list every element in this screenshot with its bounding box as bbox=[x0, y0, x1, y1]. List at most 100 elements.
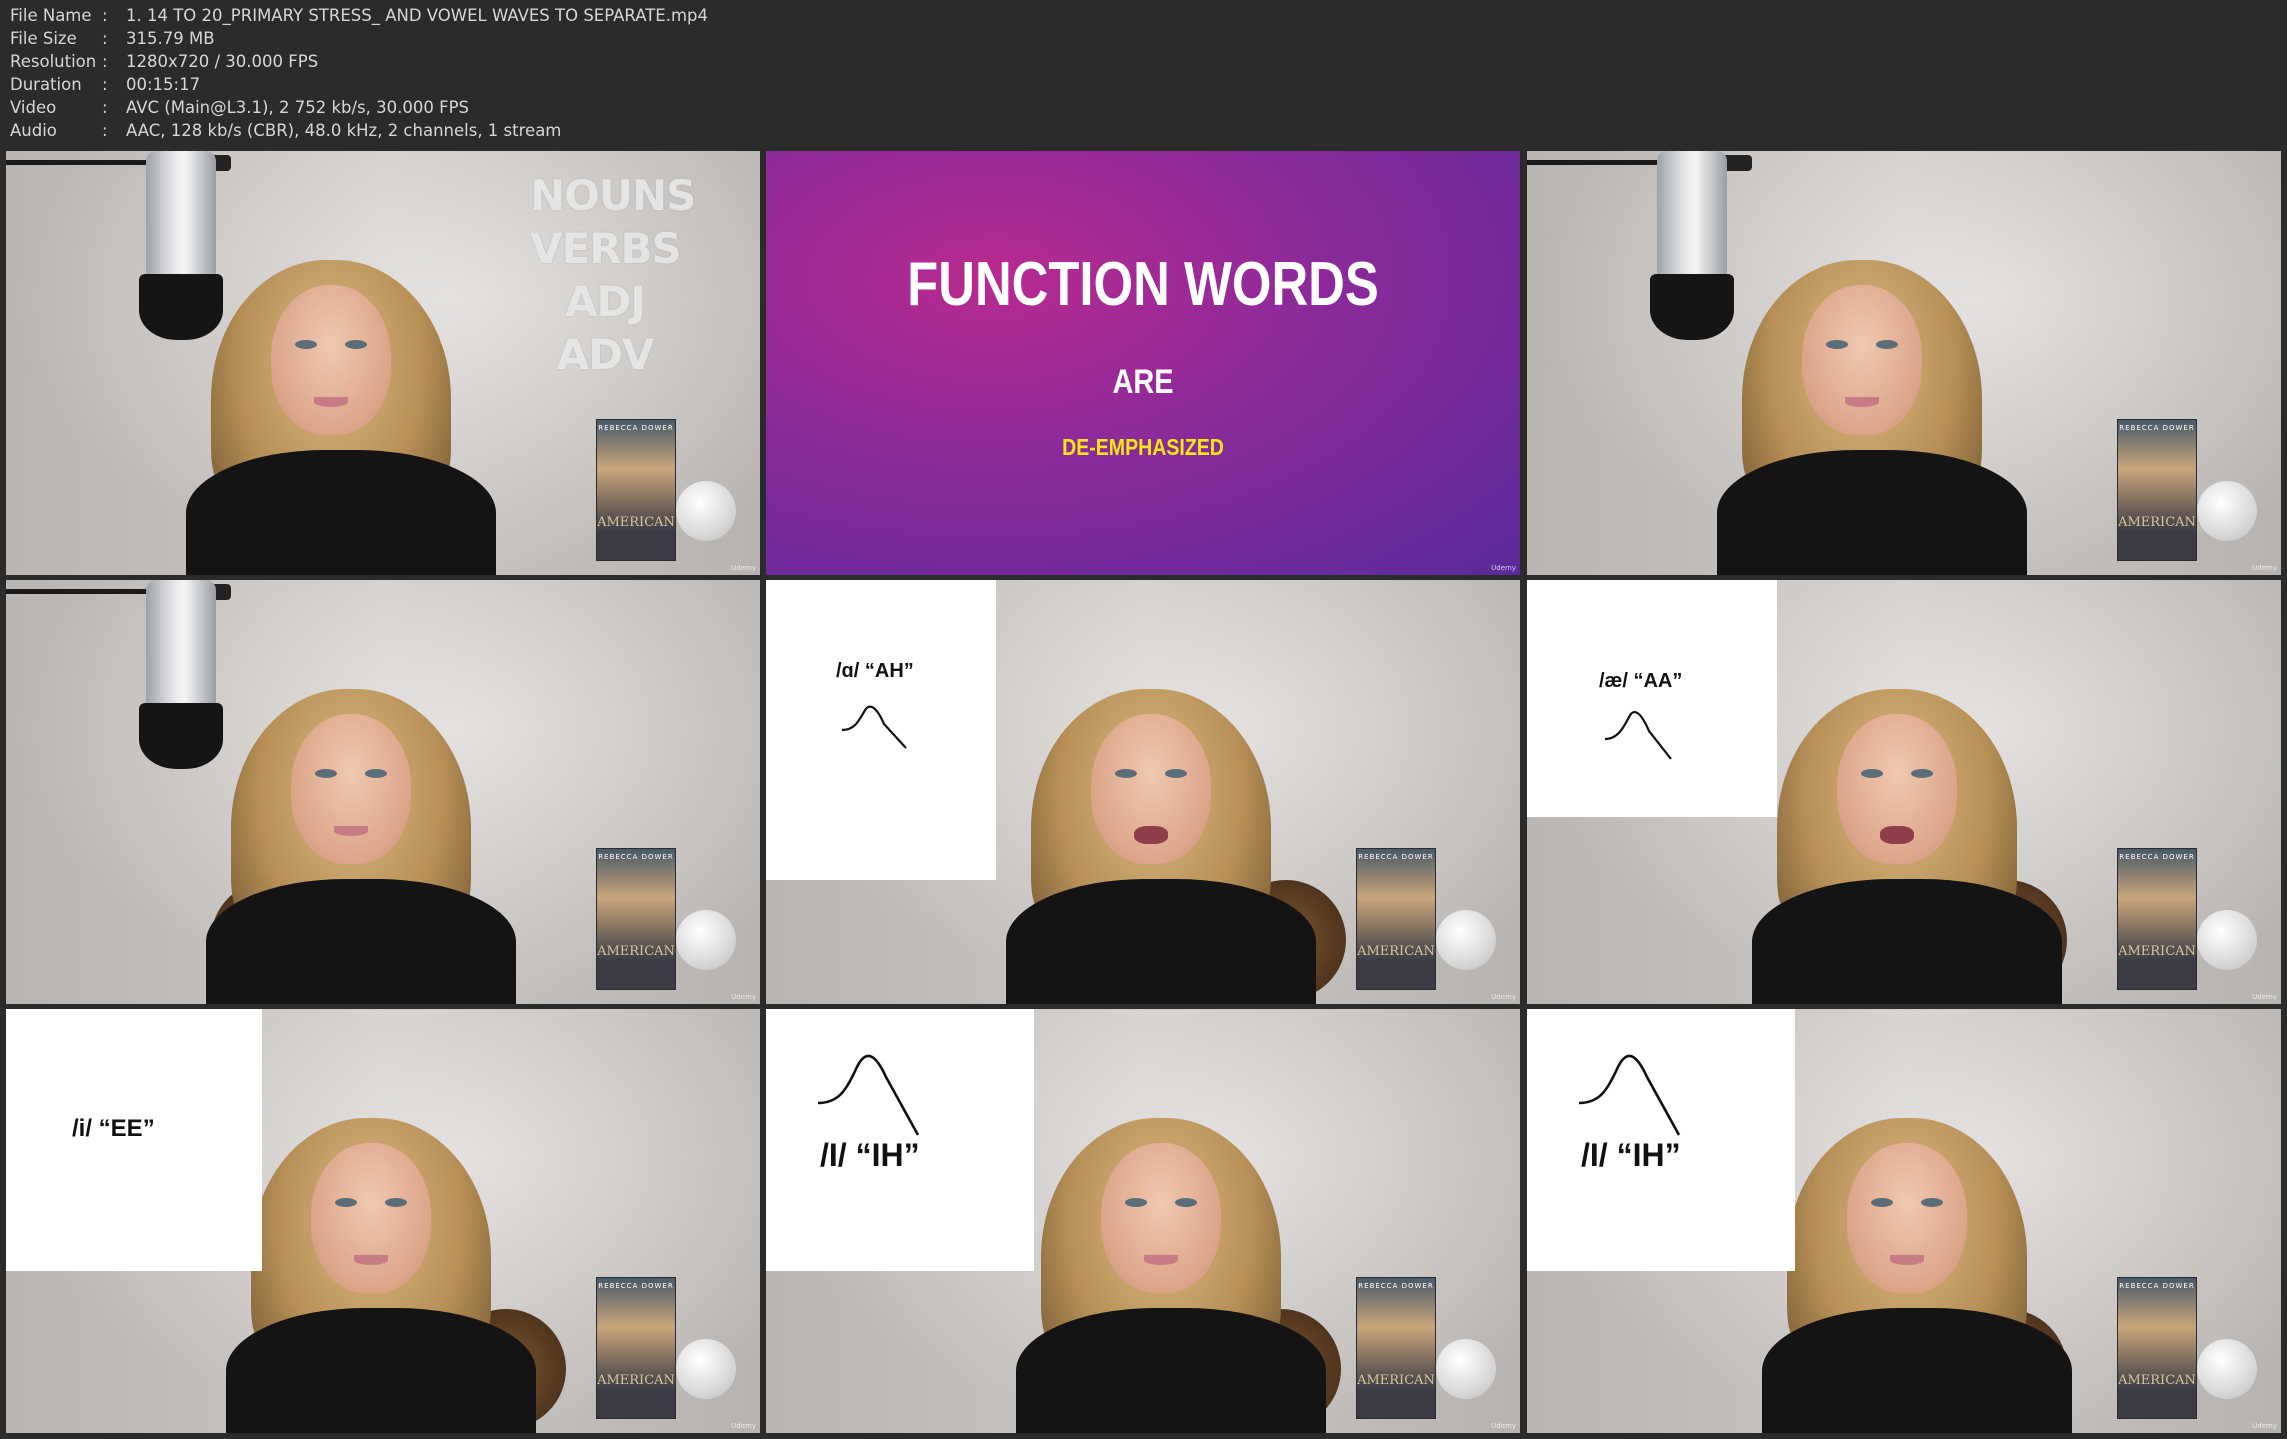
presenter bbox=[996, 644, 1326, 1004]
presenter bbox=[196, 644, 526, 1004]
eye bbox=[295, 340, 317, 349]
meta-sep: : bbox=[102, 52, 108, 71]
eye bbox=[1125, 1198, 1147, 1207]
thumbnail-frame-2[interactable]: FUNCTION WORDS ARE DE-EMPHASIZED Udemy bbox=[766, 151, 1520, 575]
torso bbox=[1752, 879, 2062, 1004]
globe bbox=[676, 910, 736, 970]
book: REBECCA DOWER AMERICAN bbox=[1356, 1277, 1436, 1419]
udemy-watermark: Udemy bbox=[2252, 1422, 2277, 1430]
book: REBECCA DOWER AMERICAN bbox=[2117, 1277, 2197, 1419]
vowel-label: /I/ “IH” bbox=[1581, 1137, 1681, 1173]
microphone-icon bbox=[146, 580, 216, 705]
thumbnail-frame-8[interactable]: REBECCA DOWER AMERICAN /I/ “IH” Udemy bbox=[766, 1009, 1520, 1433]
globe bbox=[2197, 1339, 2257, 1399]
overlay-word: ADV bbox=[556, 330, 655, 379]
presenter bbox=[1752, 1073, 2082, 1433]
book-author: REBECCA DOWER bbox=[598, 853, 674, 861]
white-card: /I/ “IH” bbox=[766, 1009, 1034, 1271]
thumbnail-frame-9[interactable]: REBECCA DOWER AMERICAN /I/ “IH” Udemy bbox=[1527, 1009, 2281, 1433]
mouth bbox=[1880, 826, 1914, 844]
book-title: AMERICAN bbox=[2118, 515, 2196, 530]
meta-key: File Name bbox=[10, 6, 92, 25]
eye bbox=[1165, 769, 1187, 778]
book: REBECCA DOWER AMERICAN bbox=[596, 1277, 676, 1419]
globe bbox=[2197, 910, 2257, 970]
thumbnail-frame-1[interactable]: REBECCA DOWER AMERICAN NOUNS VERBS ADJ AD… bbox=[6, 151, 760, 575]
mouth bbox=[1845, 397, 1879, 407]
globe bbox=[1436, 910, 1496, 970]
eye bbox=[1911, 769, 1933, 778]
eye bbox=[1175, 1198, 1197, 1207]
thumbnail-frame-5[interactable]: REBECCA DOWER AMERICAN /ɑ/ “AH” Udemy bbox=[766, 580, 1520, 1004]
eye bbox=[1861, 769, 1883, 778]
meta-value: AVC (Main@L3.1), 2 752 kb/s, 30.000 FPS bbox=[126, 98, 470, 117]
globe bbox=[1436, 1339, 1496, 1399]
mouth bbox=[1134, 826, 1168, 844]
eye bbox=[365, 769, 387, 778]
book-title: AMERICAN bbox=[597, 515, 675, 530]
audio-row: Audio: AAC, 128 kb/s (CBR), 48.0 kHz, 2 c… bbox=[10, 119, 708, 142]
book-author: REBECCA DOWER bbox=[2119, 1282, 2195, 1290]
thumbnail-frame-6[interactable]: REBECCA DOWER AMERICAN /æ/ “AA” Udemy bbox=[1527, 580, 2281, 1004]
vowel-label: /i/ “EE” bbox=[72, 1115, 155, 1142]
duration-row: Duration:00:15:17 bbox=[10, 73, 708, 96]
udemy-watermark: Udemy bbox=[1491, 993, 1516, 1001]
udemy-watermark: Udemy bbox=[1491, 564, 1516, 572]
overlay-word: NOUNS bbox=[530, 171, 696, 220]
presenter bbox=[1742, 644, 2072, 1004]
book: REBECCA DOWER AMERICAN bbox=[1356, 848, 1436, 990]
globe bbox=[676, 1339, 736, 1399]
book-title: AMERICAN bbox=[1357, 944, 1435, 959]
meta-value: 1. 14 TO 20_PRIMARY STRESS_ AND VOWEL WA… bbox=[126, 6, 709, 25]
resolution-row: Resolution:1280x720 / 30.000 FPS bbox=[10, 50, 708, 73]
book: REBECCA DOWER AMERICAN bbox=[596, 419, 676, 561]
torso bbox=[1006, 879, 1316, 1004]
udemy-watermark: Udemy bbox=[2252, 564, 2277, 572]
presenter bbox=[1707, 215, 2037, 575]
slide-highlight: DE-EMPHASIZED bbox=[1062, 434, 1224, 460]
microphone-icon bbox=[1657, 151, 1727, 276]
eye bbox=[1921, 1198, 1943, 1207]
eye bbox=[1876, 340, 1898, 349]
vowel-wave-icon bbox=[841, 705, 907, 749]
meta-sep: : bbox=[102, 121, 108, 140]
eye bbox=[315, 769, 337, 778]
thumbnail-frame-7[interactable]: REBECCA DOWER AMERICAN /i/ “EE” Udemy bbox=[6, 1009, 760, 1433]
vowel-label: /ɑ/ “AH” bbox=[836, 660, 914, 682]
vowel-label: /I/ “IH” bbox=[820, 1137, 920, 1173]
file-info-panel: File Name:1. 14 TO 20_PRIMARY STRESS_ AN… bbox=[10, 4, 708, 142]
thumbnail-frame-4[interactable]: REBECCA DOWER AMERICAN Udemy bbox=[6, 580, 760, 1004]
mouth bbox=[1144, 1255, 1178, 1265]
mouth bbox=[354, 1255, 388, 1265]
face bbox=[291, 714, 411, 864]
eye bbox=[345, 340, 367, 349]
globe bbox=[2197, 481, 2257, 541]
eye bbox=[1826, 340, 1848, 349]
book-author: REBECCA DOWER bbox=[598, 424, 674, 432]
eye bbox=[1115, 769, 1137, 778]
book-author: REBECCA DOWER bbox=[1358, 853, 1434, 861]
torso bbox=[1762, 1308, 2072, 1433]
mouth bbox=[1890, 1255, 1924, 1265]
face bbox=[311, 1143, 431, 1293]
udemy-watermark: Udemy bbox=[731, 993, 756, 1001]
torso bbox=[1717, 450, 2027, 575]
torso bbox=[186, 450, 496, 575]
torso bbox=[226, 1308, 536, 1433]
meta-sep: : bbox=[102, 75, 108, 94]
thumbnail-frame-3[interactable]: REBECCA DOWER AMERICAN Udemy bbox=[1527, 151, 2281, 575]
book-author: REBECCA DOWER bbox=[1358, 1282, 1434, 1290]
mic-windscreen bbox=[139, 274, 223, 340]
eye bbox=[335, 1198, 357, 1207]
meta-key: Resolution bbox=[10, 52, 97, 71]
meta-sep: : bbox=[102, 6, 108, 25]
white-card: /I/ “IH” bbox=[1527, 1009, 1795, 1271]
slide-subtitle: ARE bbox=[1112, 363, 1174, 401]
torso bbox=[1016, 1308, 1326, 1433]
vowel-label: /æ/ “AA” bbox=[1599, 670, 1683, 692]
book: REBECCA DOWER AMERICAN bbox=[2117, 848, 2197, 990]
face bbox=[1847, 1143, 1967, 1293]
face bbox=[1091, 714, 1211, 864]
meta-key: Audio bbox=[10, 121, 57, 140]
book-author: REBECCA DOWER bbox=[598, 1282, 674, 1290]
